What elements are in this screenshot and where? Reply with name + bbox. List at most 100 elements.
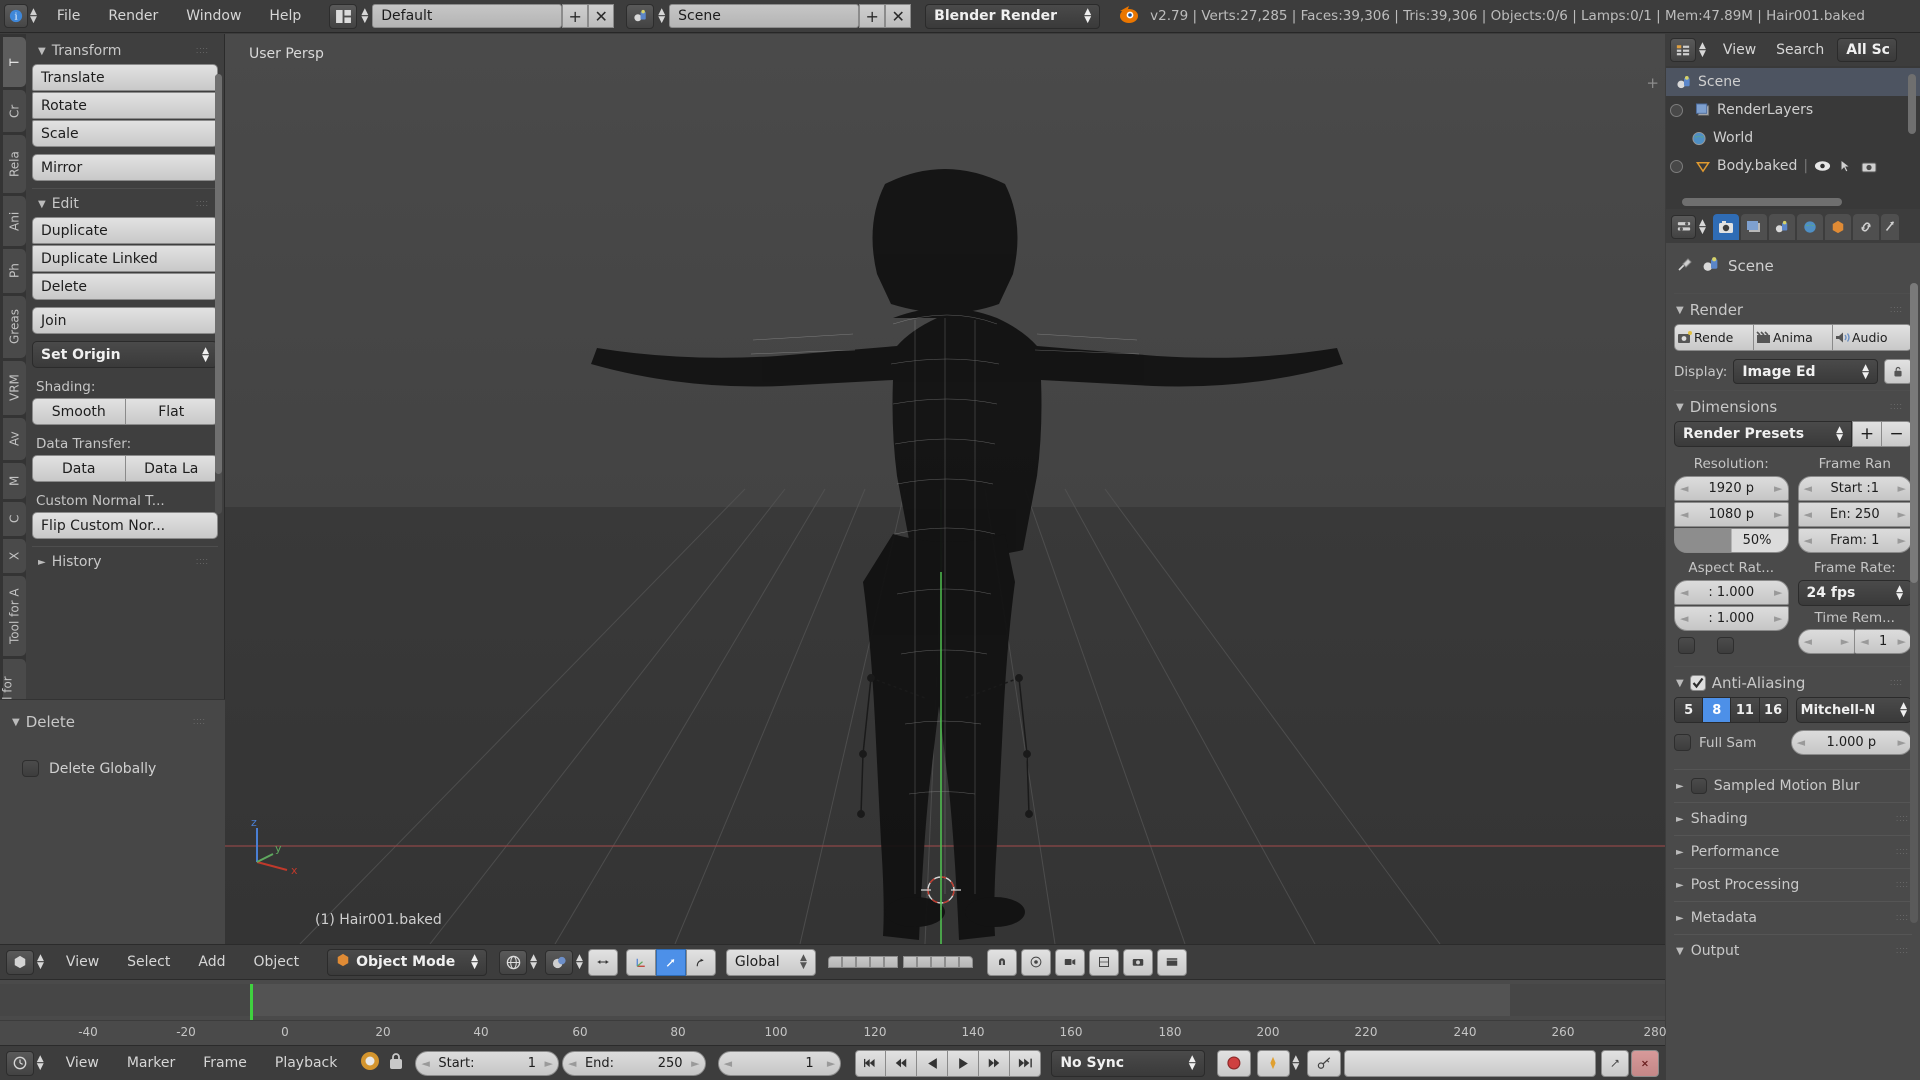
tool-tab-tool-for-a[interactable]: Tool for A (3, 576, 26, 656)
tool-tab-x[interactable]: X (3, 539, 26, 573)
render-engine-select[interactable]: Blender Render ▲ ▼ (925, 3, 1101, 29)
play-icon[interactable] (948, 1049, 980, 1077)
expand-disclosure-icon[interactable] (1670, 159, 1683, 173)
panel-shading[interactable]: ► Shading ···· ···· (1674, 802, 1912, 835)
shading-chevrons[interactable]: ▲ ▼ (576, 954, 583, 971)
screen-layout-icon[interactable] (329, 3, 358, 29)
character-mesh[interactable] (225, 34, 1665, 944)
toolshelf-scrollbar[interactable] (215, 74, 222, 514)
delete-button[interactable]: Delete (32, 273, 218, 300)
menu-render[interactable]: Render (94, 8, 172, 24)
outliner-tree[interactable]: Scene RenderLayers World Body.baked | (1666, 66, 1920, 209)
tool-tab-av[interactable]: Av (3, 418, 26, 460)
tl-menu-view[interactable]: View (52, 1055, 113, 1071)
tool-tab-c[interactable]: C (3, 502, 26, 536)
join-button[interactable]: Join (32, 307, 218, 334)
panel-edit-header[interactable]: ▼ Edit ···· ···· (32, 191, 218, 217)
outliner-menu-search[interactable]: Search (1767, 42, 1833, 58)
panel-transform-header[interactable]: ▼ Transform ···· ···· (32, 38, 218, 64)
add-scene-button[interactable]: + (859, 4, 886, 28)
outliner-row-body-baked[interactable]: Body.baked | (1666, 152, 1920, 180)
chevron-left-icon[interactable]: ◄ (1680, 612, 1688, 625)
scene-chevrons[interactable]: ▲ ▼ (658, 8, 665, 25)
flip-custom-normals-button[interactable]: Flip Custom Nor... (32, 512, 218, 539)
display-mode-dropdown[interactable]: Image Ed ▲ ▼ (1733, 359, 1878, 384)
render-presets-dropdown[interactable]: Render Presets ▲ ▼ (1674, 421, 1852, 447)
layer-cell[interactable] (902, 956, 917, 968)
tool-tab-relations[interactable]: Rela (3, 135, 26, 193)
time-remap-new-field[interactable]: ◄ 1 ► (1855, 629, 1912, 654)
scale-button[interactable]: Scale (32, 120, 218, 147)
unlock-interface-icon[interactable] (1884, 359, 1912, 384)
panel-metadata[interactable]: ► Metadata ···· ···· (1674, 901, 1912, 934)
render-preview-icon[interactable] (1054, 948, 1085, 976)
interaction-mode-dropdown[interactable]: Object Mode ▲ ▼ (327, 948, 488, 976)
render-audio-button[interactable]: Audio (1833, 324, 1912, 351)
tool-tab-grease-pencil[interactable]: Greas (3, 296, 26, 358)
outliner-horizontal-scrollbar[interactable] (1682, 198, 1842, 206)
chevron-right-icon[interactable]: ► (545, 1057, 553, 1070)
aspect-y-field[interactable]: ◄ : 1.000 ► (1674, 606, 1789, 631)
panel-sampled-motion-blur[interactable]: ► Sampled Motion Blur (1674, 769, 1912, 802)
chevron-left-icon[interactable]: ◄ (1804, 534, 1812, 547)
editor-type-chevrons[interactable]: ▲ ▼ (37, 954, 44, 971)
aa-filter-size-field[interactable]: ◄ 1.000 p ► (1790, 730, 1912, 755)
expand-disclosure-icon[interactable] (1670, 103, 1683, 117)
viewport-plus-icon[interactable]: + (1646, 74, 1659, 92)
tab-render[interactable] (1712, 213, 1739, 240)
editor-type-chevrons[interactable]: ▲ ▼ (30, 8, 37, 25)
record-icon[interactable] (1216, 1049, 1251, 1077)
properties-editor[interactable]: ▲ ▼ Scene ▼ Render ···· ···· Rende Anima… (1666, 210, 1920, 1080)
proportional-edit-icon[interactable] (1020, 948, 1051, 976)
tab-modifiers[interactable] (1880, 213, 1899, 240)
border-checkbox[interactable] (1678, 637, 1695, 654)
v3d-menu-view[interactable]: View (52, 954, 113, 970)
duplicate-linked-button[interactable]: Duplicate Linked (32, 245, 218, 272)
chevron-left-icon[interactable]: ◄ (724, 1057, 732, 1070)
tl-menu-playback[interactable]: Playback (261, 1055, 351, 1071)
render-final-icon[interactable] (1156, 948, 1187, 976)
delete-globally-checkbox[interactable] (22, 760, 39, 777)
chevron-right-icon[interactable]: ► (1774, 508, 1782, 521)
3d-viewport[interactable]: User Persp (1) Hair001.baked z x y + (225, 34, 1665, 944)
aa-filter-dropdown[interactable]: Mitchell-N ▲ ▼ (1795, 697, 1912, 723)
resolution-x-field[interactable]: ◄ 1920 p ► (1674, 476, 1789, 501)
chevron-right-icon[interactable]: ► (1774, 482, 1782, 495)
pivot-median-icon[interactable] (499, 949, 528, 975)
prev-keyframe-icon[interactable] (886, 1049, 918, 1077)
chevron-right-icon[interactable]: ► (1774, 586, 1782, 599)
outliner-row-world[interactable]: World (1666, 124, 1920, 152)
scale-manipulator-icon[interactable] (685, 948, 716, 976)
eye-icon[interactable] (1814, 160, 1831, 172)
render-animation-button[interactable]: Anima (1754, 324, 1833, 351)
tool-tab-physics[interactable]: Ph (3, 249, 26, 293)
rotate-manipulator-icon[interactable] (655, 948, 686, 976)
outliner-editor[interactable]: ▲ ▼ View Search All Sc Scene RenderLayers (1666, 34, 1920, 209)
time-remap-old-field[interactable]: ◄ ► (1797, 629, 1856, 654)
keyingset-remove-icon[interactable] (1631, 1049, 1659, 1077)
chevron-left-icon[interactable]: ◄ (1680, 482, 1688, 495)
menu-file[interactable]: File (43, 8, 94, 24)
scene-icon[interactable] (626, 3, 655, 29)
transfer-data-button[interactable]: Data (32, 455, 126, 482)
layer-cell[interactable] (841, 956, 856, 968)
chevron-left-icon[interactable]: ◄ (1860, 635, 1868, 648)
chevron-right-icon[interactable]: ► (1898, 508, 1906, 521)
layer-cell[interactable] (827, 956, 842, 968)
chevron-left-icon[interactable]: ◄ (568, 1057, 576, 1070)
editor-type-timeline-icon[interactable] (6, 1050, 34, 1076)
panel-dimensions-header[interactable]: ▼ Dimensions ···· ···· (1674, 393, 1912, 421)
keyingset-field[interactable] (1344, 1049, 1597, 1077)
tab-object[interactable] (1824, 213, 1851, 240)
scene-field[interactable]: Scene (669, 4, 860, 28)
mirror-button[interactable]: Mirror (32, 154, 218, 181)
v3d-menu-add[interactable]: Add (184, 954, 239, 970)
aspect-x-field[interactable]: ◄ : 1.000 ► (1674, 580, 1789, 605)
panel-output[interactable]: ▼ Output ···· ···· (1674, 934, 1912, 967)
tool-tab-animation[interactable]: Ani (3, 196, 26, 246)
chevron-right-icon[interactable]: ► (691, 1057, 699, 1070)
screen-layout-chevrons[interactable]: ▲ ▼ (361, 8, 368, 25)
frame-end-field[interactable]: ◄ End: 250 ► (561, 1050, 706, 1076)
delete-scene-button[interactable]: ✕ (885, 4, 912, 28)
properties-scrollbar[interactable] (1910, 283, 1918, 923)
